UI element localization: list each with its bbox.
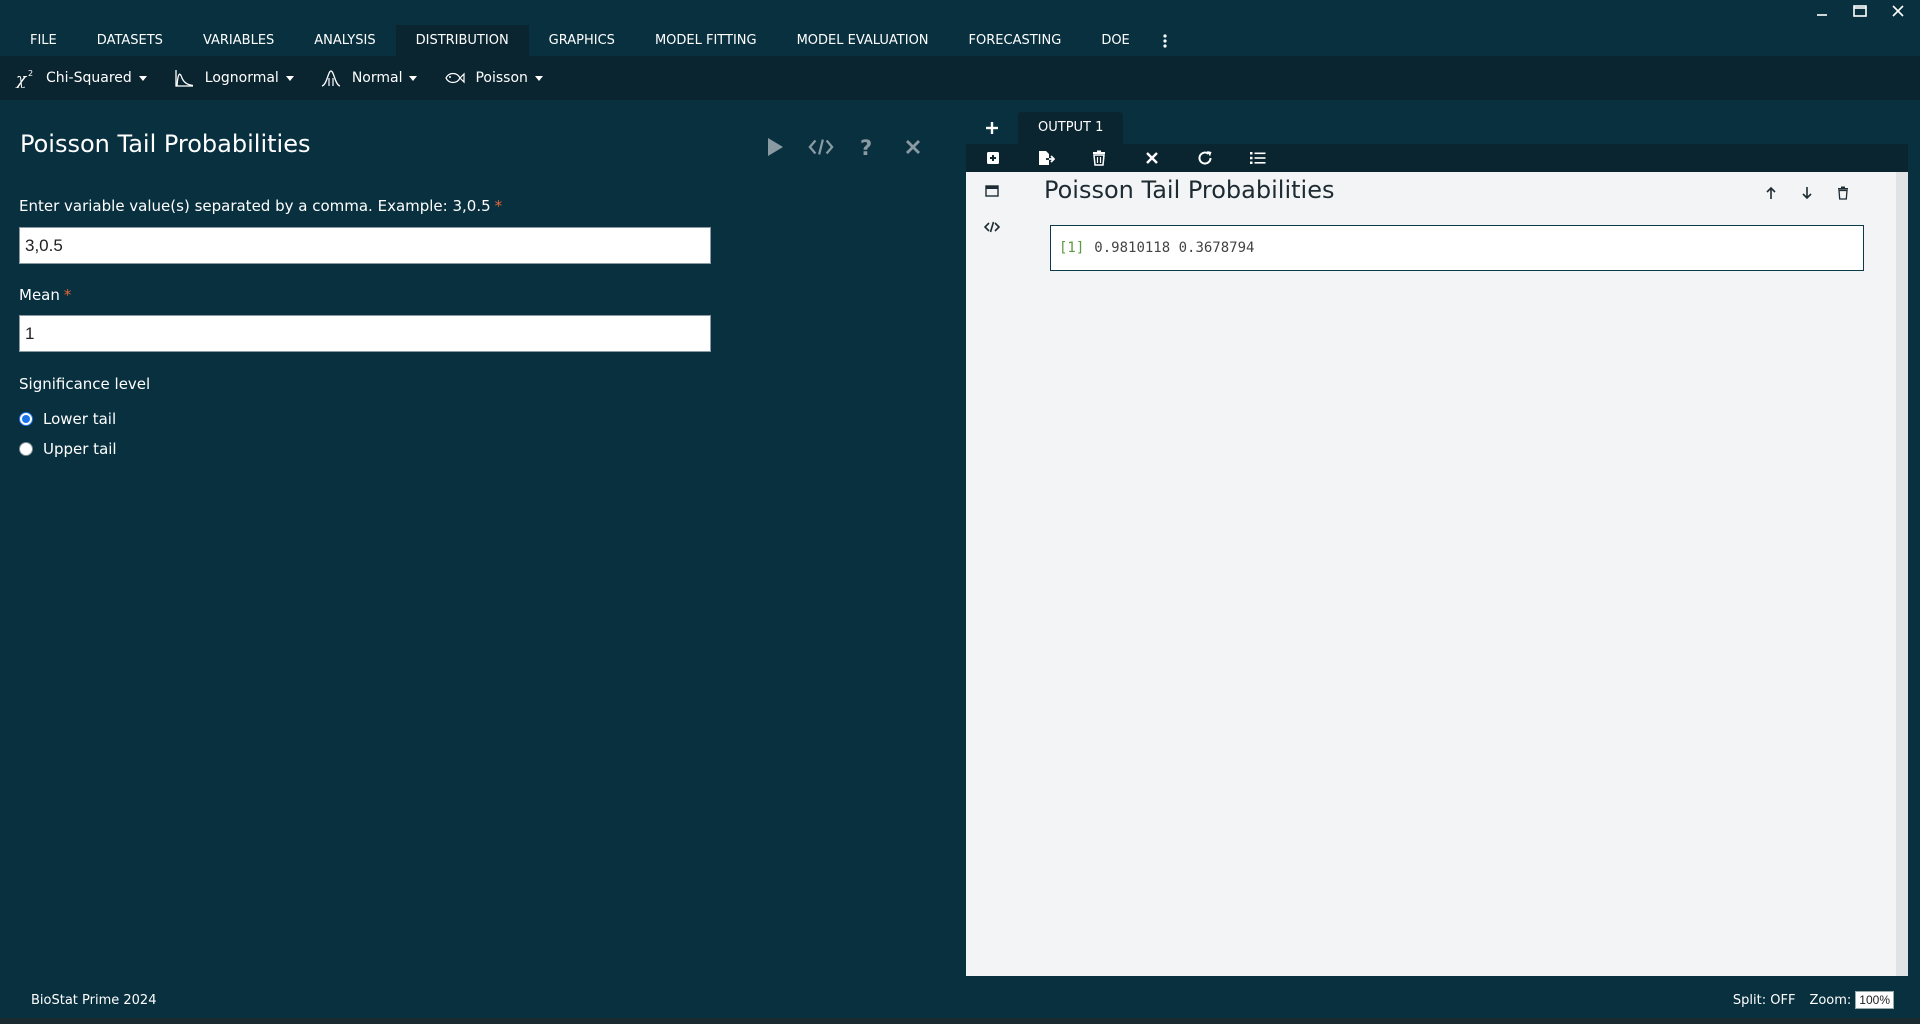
- values-label: Enter variable value(s) separated by a c…: [19, 197, 502, 215]
- close-icon[interactable]: [1137, 147, 1167, 169]
- window-icon[interactable]: [982, 182, 1002, 200]
- upper-tail-option[interactable]: Upper tail: [19, 440, 117, 458]
- add-box-icon[interactable]: [978, 147, 1008, 169]
- mean-label-text: Mean: [19, 286, 60, 304]
- minimize-icon[interactable]: [1812, 1, 1832, 21]
- vertical-ellipsis-icon[interactable]: [1150, 25, 1180, 56]
- lognormal-curve-icon: [173, 67, 195, 89]
- menu-model-fitting[interactable]: MODEL FITTING: [635, 25, 777, 56]
- menu-graphics[interactable]: GRAPHICS: [529, 25, 635, 56]
- split-status[interactable]: Split: OFF: [1733, 993, 1796, 1008]
- significance-label: Significance level: [19, 375, 151, 393]
- main-menu: FILE DATASETS VARIABLES ANALYSIS DISTRIB…: [10, 25, 1180, 56]
- menu-doe[interactable]: DOE: [1081, 25, 1149, 56]
- code-icon[interactable]: [982, 218, 1002, 236]
- output-side-icons: [982, 182, 1002, 236]
- menu-analysis[interactable]: ANALYSIS: [294, 25, 395, 56]
- required-mark: *: [63, 286, 72, 304]
- plus-icon[interactable]: [966, 112, 1018, 144]
- trash-icon[interactable]: [1834, 184, 1852, 202]
- refresh-icon[interactable]: [1190, 147, 1220, 169]
- upper-tail-label: Upper tail: [43, 440, 117, 458]
- result-index: [1]: [1059, 240, 1085, 256]
- maximize-icon[interactable]: [1850, 1, 1870, 21]
- close-icon[interactable]: [1888, 1, 1908, 21]
- main-menubar: FILE DATASETS VARIABLES ANALYSIS DISTRIB…: [0, 0, 1920, 56]
- values-label-text: Enter variable value(s) separated by a c…: [19, 197, 491, 215]
- chi-squared-label: Chi-Squared: [46, 70, 132, 86]
- dialog-toolbar: ?: [762, 134, 926, 160]
- run-icon[interactable]: [762, 134, 788, 160]
- app-name: BioStat Prime 2024: [31, 992, 157, 1008]
- chi-squared-menu[interactable]: χ2 Chi-Squared: [14, 67, 147, 89]
- poisson-label: Poisson: [475, 70, 528, 86]
- close-icon[interactable]: [900, 134, 926, 160]
- list-icon[interactable]: [1243, 147, 1273, 169]
- svg-text:?: ?: [860, 136, 872, 158]
- code-icon[interactable]: [808, 134, 834, 160]
- mean-input[interactable]: [19, 315, 711, 352]
- zoom-label: Zoom:: [1809, 992, 1852, 1008]
- bottom-strip: [0, 1018, 1920, 1024]
- output-area: Poisson Tail Probabilities [1] 0.9810118…: [966, 172, 1896, 976]
- distribution-submenu: χ2 Chi-Squared Lognormal Normal Poisson: [0, 56, 1920, 100]
- chevron-down-icon: [409, 75, 418, 81]
- output-tabs: OUTPUT 1: [966, 112, 1124, 144]
- normal-menu[interactable]: Normal: [320, 67, 418, 89]
- poisson-menu[interactable]: Poisson: [443, 67, 543, 89]
- upper-tail-radio[interactable]: [19, 442, 33, 456]
- svg-text:χ: χ: [15, 70, 28, 88]
- output-actions: [1762, 184, 1852, 202]
- chevron-down-icon: [534, 75, 543, 81]
- menu-forecasting[interactable]: FORECASTING: [949, 25, 1082, 56]
- result-values: 0.9810118 0.3678794: [1094, 240, 1255, 256]
- status-right: Split: OFF Zoom: 100%: [1733, 991, 1894, 1009]
- arrow-down-icon[interactable]: [1798, 184, 1816, 202]
- menu-datasets[interactable]: DATASETS: [77, 25, 183, 56]
- zoom-input[interactable]: 100%: [1855, 991, 1894, 1009]
- fish-icon: [443, 67, 466, 89]
- chi-squared-icon: χ2: [14, 67, 36, 89]
- output-scrollbar[interactable]: [1896, 172, 1908, 976]
- chevron-down-icon: [138, 75, 147, 81]
- output-toolbar: [966, 144, 1908, 172]
- lower-tail-option[interactable]: Lower tail: [19, 410, 116, 428]
- required-mark: *: [494, 197, 503, 215]
- export-icon[interactable]: [1031, 147, 1061, 169]
- svg-text:2: 2: [28, 69, 33, 78]
- arrow-up-icon[interactable]: [1762, 184, 1780, 202]
- menu-distribution[interactable]: DISTRIBUTION: [395, 25, 529, 56]
- menu-model-evaluation[interactable]: MODEL EVALUATION: [777, 25, 949, 56]
- lower-tail-radio[interactable]: [19, 412, 33, 426]
- output-title: Poisson Tail Probabilities: [1044, 176, 1335, 204]
- dialog-panel: Poisson Tail Probabilities ? Enter varia…: [0, 100, 966, 982]
- lognormal-label: Lognormal: [204, 70, 279, 86]
- values-input[interactable]: [19, 227, 711, 264]
- trash-icon[interactable]: [1084, 147, 1114, 169]
- help-icon[interactable]: ?: [854, 134, 880, 160]
- normal-curve-icon: [320, 67, 342, 89]
- lognormal-menu[interactable]: Lognormal: [173, 67, 294, 89]
- normal-label: Normal: [351, 70, 403, 86]
- mean-label: Mean *: [19, 286, 71, 304]
- tab-output-1[interactable]: OUTPUT 1: [1018, 112, 1124, 144]
- chevron-down-icon: [285, 75, 294, 81]
- menu-variables[interactable]: VARIABLES: [183, 25, 294, 56]
- dialog-title: Poisson Tail Probabilities: [20, 130, 311, 158]
- lower-tail-label: Lower tail: [43, 410, 117, 428]
- window-controls: [1812, 0, 1908, 22]
- result-output: [1] 0.9810118 0.3678794: [1050, 225, 1864, 271]
- menu-file[interactable]: FILE: [10, 25, 77, 56]
- status-bar: BioStat Prime 2024 Split: OFF Zoom: 100%: [0, 982, 1920, 1018]
